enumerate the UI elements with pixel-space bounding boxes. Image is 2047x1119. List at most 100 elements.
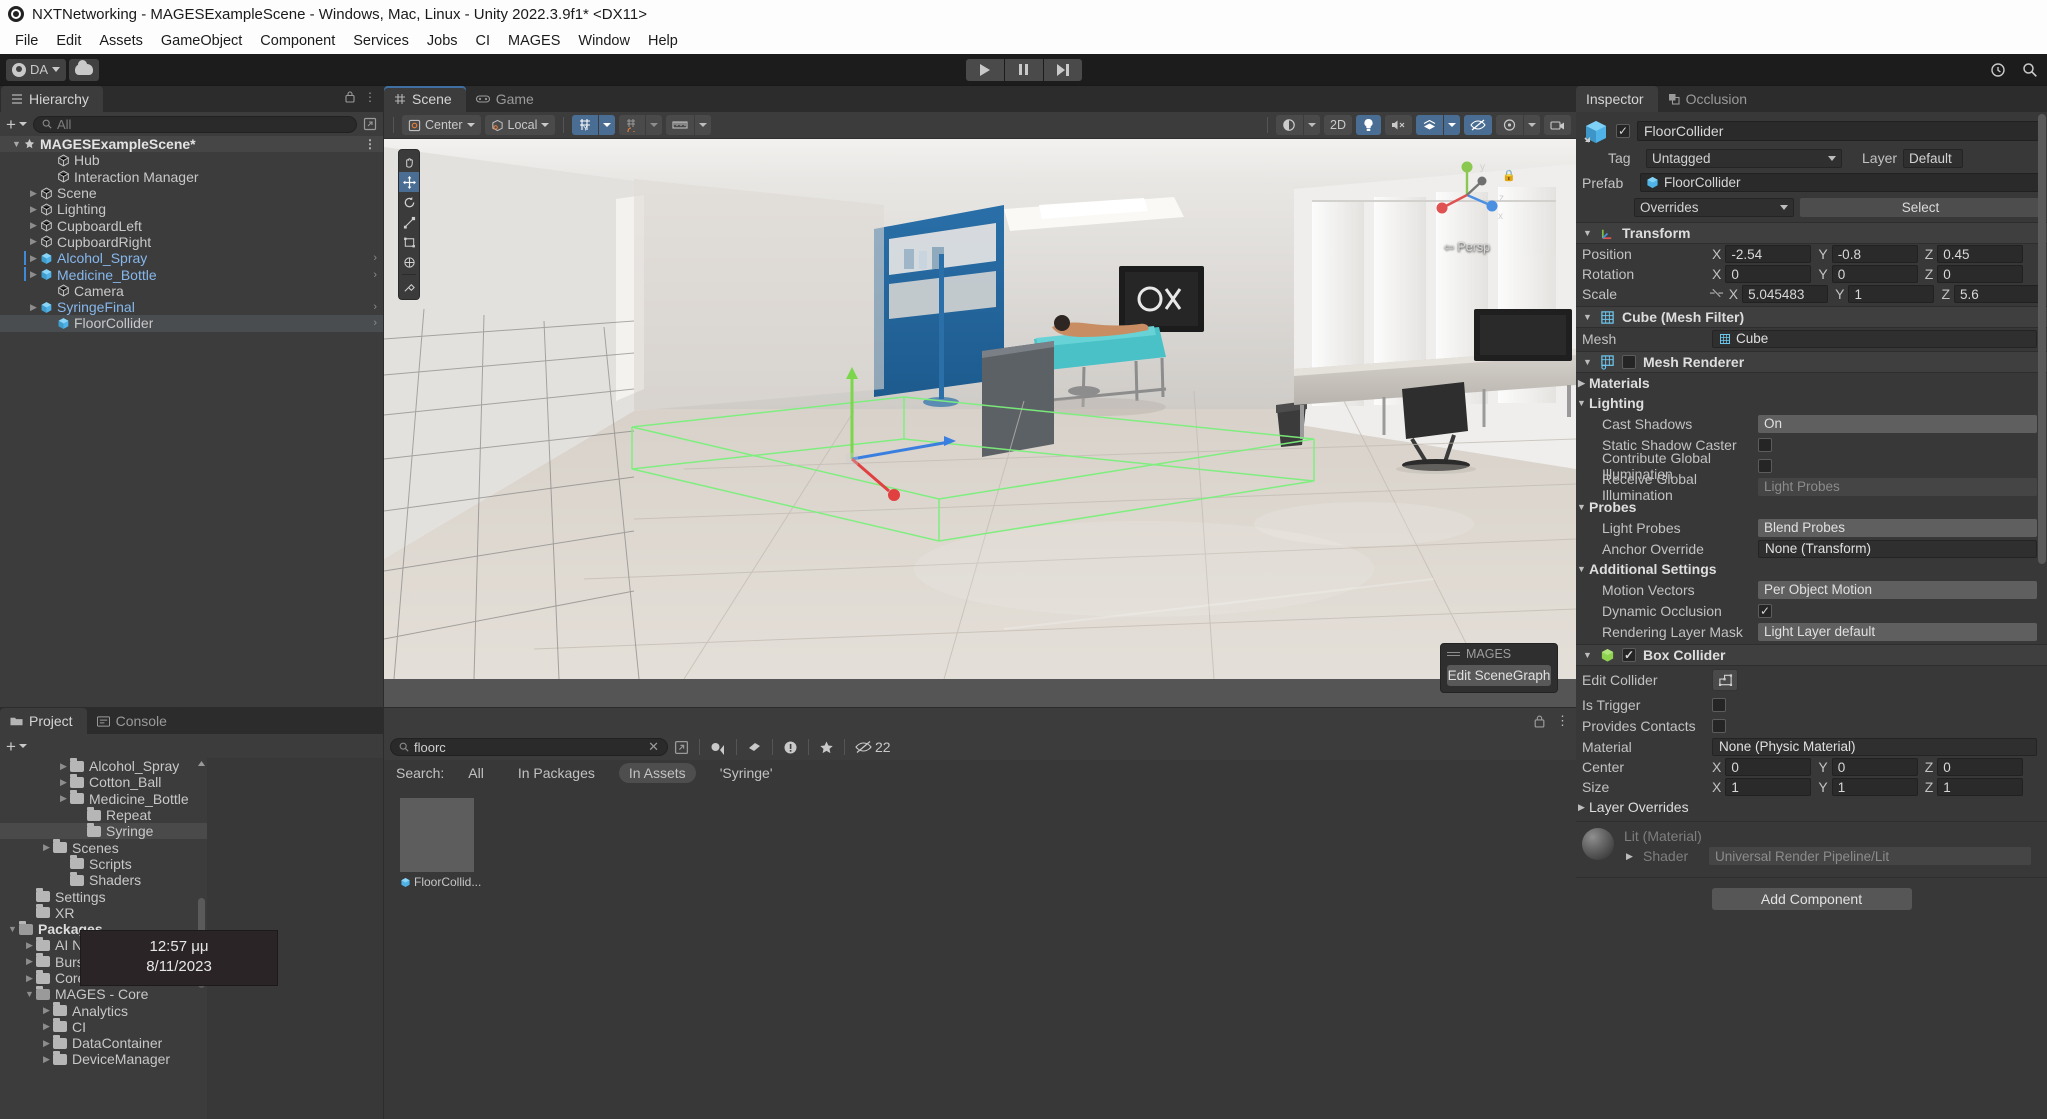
tab-inspector[interactable]: Inspector xyxy=(1576,86,1658,112)
chevron-right-icon[interactable]: ▶ xyxy=(23,940,36,951)
shader-dropdown[interactable]: Universal Render Pipeline/Lit xyxy=(1709,847,2031,865)
chevron-right-icon[interactable]: ▶ xyxy=(27,236,40,247)
scene-orientation-gizmo[interactable]: y z x ⇦Persp 🔒 xyxy=(1424,155,1510,254)
project-tree-item-datacontainer[interactable]: ▶DataContainer xyxy=(0,1035,207,1051)
rotate-tool-button[interactable] xyxy=(399,192,419,212)
mesh-renderer-enabled-checkbox[interactable] xyxy=(1622,355,1636,369)
tab-project[interactable]: Project xyxy=(0,708,87,734)
ruler-dropdown[interactable] xyxy=(695,115,711,135)
tab-game[interactable]: Game xyxy=(466,86,548,112)
component-header-transform[interactable]: ▼ Transform xyxy=(1576,222,2047,244)
kebab-menu-icon[interactable]: ⋮ xyxy=(364,137,377,151)
lock-icon[interactable]: 🔒 xyxy=(1502,169,1516,182)
project-tree-item-scripts[interactable]: Scripts xyxy=(0,856,207,872)
collider-size-z-input[interactable]: 1 xyxy=(1937,778,2023,796)
transform-rotation-x-input[interactable]: 0 xyxy=(1725,265,1811,283)
lock-icon[interactable] xyxy=(1533,714,1546,728)
snap-increment-dropdown[interactable] xyxy=(646,115,662,135)
renderer-static-shadow-caster-checkbox[interactable] xyxy=(1758,438,1772,452)
chevron-right-icon[interactable]: ▶ xyxy=(27,204,40,215)
renderer-dynamic-occlusion-checkbox[interactable] xyxy=(1758,604,1772,618)
project-tree-item-scenes[interactable]: ▶Scenes xyxy=(0,839,207,855)
chevron-right-icon[interactable]: ▶ xyxy=(40,1054,53,1065)
collider-center-z-input[interactable]: 0 xyxy=(1937,758,2023,776)
collider-material-object-field[interactable]: None (Physic Material) xyxy=(1712,738,2037,756)
search-scope-chip-in-packages[interactable]: In Packages xyxy=(508,763,605,783)
chevron-right-icon[interactable]: ▶ xyxy=(23,956,36,967)
menu-item-gameobject[interactable]: GameObject xyxy=(152,31,251,51)
chevron-right-icon[interactable]: ▶ xyxy=(40,842,53,853)
kebab-menu-icon[interactable]: ⋮ xyxy=(1556,713,1570,729)
project-tree-item-repeat[interactable]: Repeat xyxy=(0,807,207,823)
renderer-receive-global-illumination-dropdown[interactable]: Light Probes xyxy=(1758,478,2037,496)
renderer-group-lighting[interactable]: ▼Lighting xyxy=(1576,393,2047,413)
popout-icon[interactable] xyxy=(674,740,689,755)
chevron-right-icon[interactable]: ▶ xyxy=(40,1021,53,1032)
step-button[interactable] xyxy=(1044,59,1082,81)
popout-icon[interactable] xyxy=(363,117,377,131)
custom-tool-button[interactable] xyxy=(399,277,419,297)
project-tree-item-ci[interactable]: ▶CI xyxy=(0,1019,207,1035)
tab-hierarchy[interactable]: Hierarchy xyxy=(1,86,103,112)
chevron-right-icon[interactable]: ▶ xyxy=(57,793,70,804)
menu-item-ci[interactable]: CI xyxy=(467,31,500,51)
hierarchy-item-alcohol-spray[interactable]: ▶Alcohol_Spray› xyxy=(0,250,383,266)
scene-lighting-toggle[interactable] xyxy=(1356,115,1381,135)
hierarchy-item-cupboardleft[interactable]: ▶CupboardLeft xyxy=(0,217,383,233)
object-name-input[interactable]: FloorCollider xyxy=(1637,121,2041,141)
project-tree-item-settings[interactable]: Settings xyxy=(0,888,207,904)
clear-x-icon[interactable]: ✕ xyxy=(648,739,659,755)
hierarchy-item-hub[interactable]: Hub xyxy=(0,152,383,168)
hand-tool-button[interactable] xyxy=(399,152,419,172)
hierarchy-item-camera[interactable]: Camera xyxy=(0,283,383,299)
project-tree-item-devicemanager[interactable]: ▶DeviceManager xyxy=(0,1051,207,1067)
mesh-object-field[interactable]: Cube xyxy=(1712,330,2037,348)
renderer-contribute-global-illumination-checkbox[interactable] xyxy=(1758,459,1772,473)
chevron-right-icon[interactable]: ▶ xyxy=(40,1005,53,1016)
scale-link-icon[interactable] xyxy=(1709,286,1724,302)
filter-type-icon[interactable] xyxy=(710,740,726,755)
hierarchy-item-scene[interactable]: ▶Scene xyxy=(0,185,383,201)
search-scope-chip-all[interactable]: All xyxy=(458,763,494,783)
project-tree-item-mages-core[interactable]: ▼MAGES - Core xyxy=(0,986,207,1002)
project-tree-item-shaders[interactable]: Shaders xyxy=(0,872,207,888)
prefab-asset-field[interactable]: FloorCollider xyxy=(1640,173,2041,192)
scene-audio-toggle[interactable] xyxy=(1385,115,1412,135)
chevron-right-icon[interactable]: ▶ xyxy=(27,302,40,313)
search-scope-chip-in-assets[interactable]: In Assets xyxy=(619,763,696,783)
transform-scale-z-input[interactable]: 5.6 xyxy=(1954,285,2040,303)
hierarchy-item-medicine-bottle[interactable]: ▶Medicine_Bottle› xyxy=(0,266,383,282)
scene-camera-button[interactable] xyxy=(1544,115,1571,135)
hierarchy-item-cupboardright[interactable]: ▶CupboardRight xyxy=(0,234,383,250)
2d-toggle-button[interactable]: 2D xyxy=(1324,115,1352,135)
transform-position-y-input[interactable]: -0.8 xyxy=(1832,245,1918,263)
tag-dropdown[interactable]: Untagged xyxy=(1646,149,1842,168)
grid-snap-dropdown[interactable] xyxy=(599,115,615,135)
chevron-right-icon[interactable]: ▶ xyxy=(27,253,40,264)
tab-occlusion[interactable]: Occlusion xyxy=(1658,86,1761,112)
filter-warning-icon[interactable] xyxy=(783,740,798,755)
collider-center-x-input[interactable]: 0 xyxy=(1725,758,1811,776)
pause-button[interactable] xyxy=(1005,59,1043,81)
project-tree-item-cotton-ball[interactable]: ▶Cotton_Ball xyxy=(0,774,207,790)
chevron-down-icon[interactable]: ▼ xyxy=(1576,502,1587,512)
tab-console[interactable]: Console xyxy=(87,708,181,734)
hierarchy-item-interaction-manager[interactable]: Interaction Manager xyxy=(0,169,383,185)
transform-position-x-input[interactable]: -2.54 xyxy=(1725,245,1811,263)
chevron-down-icon[interactable]: ▼ xyxy=(10,139,23,149)
menu-item-assets[interactable]: Assets xyxy=(90,31,152,51)
chevron-down-icon[interactable]: ▼ xyxy=(1582,312,1593,322)
hierarchy-item-magesexamplescene[interactable]: ▼MAGESExampleScene*⋮ xyxy=(0,136,383,152)
edit-collider-button[interactable] xyxy=(1712,669,1738,691)
shading-mode-dropdown[interactable] xyxy=(1304,115,1320,135)
transform-scale-y-input[interactable]: 1 xyxy=(1848,285,1934,303)
chevron-right-icon[interactable]: ▶ xyxy=(57,761,70,772)
tab-scene[interactable]: Scene xyxy=(384,86,466,112)
component-header-box-collider[interactable]: ▼ Box Collider xyxy=(1576,644,2047,666)
undo-history-button[interactable] xyxy=(1987,59,2009,81)
project-tree-item-syringe[interactable]: Syringe xyxy=(0,823,207,839)
project-tree-item-analytics[interactable]: ▶Analytics xyxy=(0,1002,207,1018)
box-collider-enabled-checkbox[interactable] xyxy=(1622,648,1636,662)
chevron-right-icon[interactable]: ▶ xyxy=(40,1038,53,1049)
menu-item-mages[interactable]: MAGES xyxy=(499,31,569,51)
